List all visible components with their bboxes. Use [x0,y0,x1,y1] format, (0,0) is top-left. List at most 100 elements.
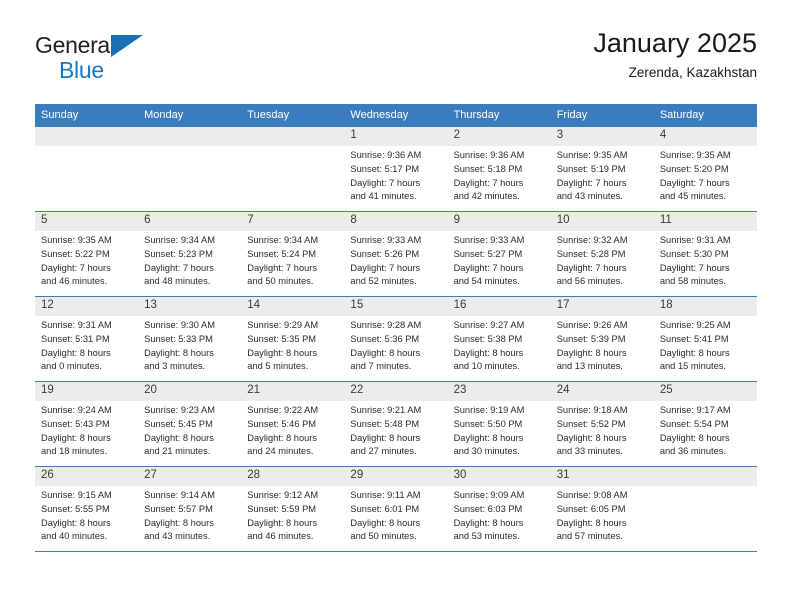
calendar-day-cell[interactable]: 2 Sunrise: 9:36 AM Sunset: 5:18 PM Daylight… [447,127,551,212]
calendar-day-cell-empty [35,127,139,212]
calendar-day-cell-empty [653,466,757,552]
sunrise-time: Sunrise: 9:18 AM [556,405,628,415]
calendar-day-cell[interactable]: 7 Sunrise: 9:34 AM Sunset: 5:24 PM Daylight… [241,211,345,297]
sunset-time: Sunset: 5:57 PM [144,503,213,514]
calendar-day-cell[interactable]: 29 Sunrise: 9:11 AM Sunset: 6:01 PM Dayligh… [344,466,448,552]
calendar-day-cell[interactable]: 16 Sunrise: 9:27 AM Sunset: 5:38 PM Dayligh… [447,296,551,382]
calendar-day-cell[interactable]: 20 Sunrise: 9:23 AM Sunset: 5:45 PM Dayligh… [138,381,242,467]
title-block: January 2025 Zerenda, Kazakhstan [593,28,757,81]
calendar-day-cell[interactable]: 22 Sunrise: 9:21 AM Sunset: 5:48 PM Dayligh… [344,381,448,467]
daylight-duration-line2: and 43 minutes. [556,191,623,202]
day-details: Sunrise: 9:26 AM Sunset: 5:39 PM Daylight:… [551,316,654,374]
sunset-time: Sunset: 5:18 PM [453,163,523,174]
triangle-flag-icon [111,35,143,57]
sunrise-time: Sunrise: 9:19 AM [453,405,525,415]
day-number [35,127,139,146]
calendar-day-cell[interactable]: 17 Sunrise: 9:26 AM Sunset: 5:39 PM Dayligh… [550,296,654,382]
daylight-duration-line2: and 40 minutes. [41,531,108,542]
sunrise-time: Sunrise: 9:26 AM [556,320,628,330]
daylight-duration-line1: Daylight: 7 hours [41,262,111,273]
calendar-day-cell[interactable]: 3 Sunrise: 9:35 AM Sunset: 5:19 PM Daylight… [550,127,654,212]
calendar-day-cell[interactable]: 11 Sunrise: 9:31 AM Sunset: 5:30 PM Dayligh… [653,211,757,297]
daylight-duration-line2: and 7 minutes. [350,361,412,372]
daylight-duration-line1: Daylight: 7 hours [144,262,214,273]
day-details: Sunrise: 9:31 AM Sunset: 5:30 PM Daylight:… [654,231,757,289]
day-number: 4 [653,127,757,146]
sunrise-time: Sunrise: 9:29 AM [247,320,319,330]
day-details: Sunrise: 9:19 AM Sunset: 5:50 PM Daylight:… [448,401,551,459]
daylight-duration-line2: and 36 minutes. [659,446,726,457]
calendar-day-cell[interactable]: 19 Sunrise: 9:24 AM Sunset: 5:43 PM Dayligh… [35,381,139,467]
daylight-duration-line1: Daylight: 8 hours [453,347,524,358]
calendar-day-cell[interactable]: 25 Sunrise: 9:17 AM Sunset: 5:54 PM Dayligh… [653,381,757,467]
calendar-day-cell[interactable]: 31 Sunrise: 9:08 AM Sunset: 6:05 PM Dayligh… [550,466,654,552]
daylight-duration-line1: Daylight: 8 hours [556,432,627,443]
sunrise-time: Sunrise: 9:35 AM [556,150,628,160]
daylight-duration-line1: Daylight: 8 hours [453,432,524,443]
calendar-week-row: 12 Sunrise: 9:31 AM Sunset: 5:31 PM Dayligh… [35,296,757,382]
brand-logo[interactable]: General Blue [35,28,155,82]
calendar-day-cell[interactable]: 26 Sunrise: 9:15 AM Sunset: 5:55 PM Dayligh… [35,466,139,552]
calendar-day-cell[interactable]: 10 Sunrise: 9:32 AM Sunset: 5:28 PM Dayligh… [550,211,654,297]
day-details: Sunrise: 9:11 AM Sunset: 6:01 PM Daylight:… [344,486,447,544]
day-number: 2 [447,127,551,146]
daylight-duration-line1: Daylight: 7 hours [247,262,318,273]
day-number: 14 [241,297,345,316]
sunrise-time: Sunrise: 9:34 AM [144,235,215,245]
daylight-duration-line2: and 33 minutes. [556,446,623,457]
calendar-day-cell[interactable]: 21 Sunrise: 9:22 AM Sunset: 5:46 PM Dayligh… [241,381,345,467]
sunrise-time: Sunrise: 9:22 AM [247,405,319,415]
sunrise-time: Sunrise: 9:21 AM [350,405,422,415]
daylight-duration-line2: and 24 minutes. [247,446,314,457]
sunset-time: Sunset: 5:41 PM [659,333,729,344]
sunrise-time: Sunrise: 9:31 AM [659,235,731,245]
calendar-day-cell[interactable]: 4 Sunrise: 9:35 AM Sunset: 5:20 PM Daylight… [653,127,757,212]
daylight-duration-line1: Daylight: 8 hours [144,347,214,358]
calendar-day-cell[interactable]: 13 Sunrise: 9:30 AM Sunset: 5:33 PM Dayligh… [138,296,242,382]
calendar-day-cell[interactable]: 14 Sunrise: 9:29 AM Sunset: 5:35 PM Dayligh… [241,296,345,382]
daylight-duration-line2: and 41 minutes. [350,191,417,202]
day-details: Sunrise: 9:12 AM Sunset: 5:59 PM Daylight:… [241,486,344,544]
day-details: Sunrise: 9:09 AM Sunset: 6:03 PM Daylight:… [448,486,551,544]
day-details: Sunrise: 9:35 AM Sunset: 5:20 PM Daylight:… [654,146,757,204]
calendar-day-cell[interactable]: 1 Sunrise: 9:36 AM Sunset: 5:17 PM Daylight… [344,127,448,212]
calendar-day-cell[interactable]: 28 Sunrise: 9:12 AM Sunset: 5:59 PM Dayligh… [241,466,345,552]
day-number: 17 [550,297,654,316]
calendar-week-row: 19 Sunrise: 9:24 AM Sunset: 5:43 PM Dayligh… [35,381,757,467]
daylight-duration-line1: Daylight: 8 hours [247,517,318,528]
calendar-day-cell[interactable]: 9 Sunrise: 9:33 AM Sunset: 5:27 PM Daylight… [447,211,551,297]
calendar-day-cell[interactable]: 27 Sunrise: 9:14 AM Sunset: 5:57 PM Dayligh… [138,466,242,552]
daylight-duration-line1: Daylight: 8 hours [659,432,730,443]
daylight-duration-line2: and 43 minutes. [144,531,211,542]
calendar-day-cell[interactable]: 15 Sunrise: 9:28 AM Sunset: 5:36 PM Dayligh… [344,296,448,382]
day-number: 7 [241,212,345,231]
daylight-duration-line2: and 0 minutes. [41,361,102,372]
calendar-day-cell[interactable]: 23 Sunrise: 9:19 AM Sunset: 5:50 PM Dayligh… [447,381,551,467]
daylight-duration-line1: Daylight: 8 hours [144,432,214,443]
daylight-duration-line2: and 54 minutes. [453,276,520,287]
sunset-time: Sunset: 5:59 PM [247,503,317,514]
calendar-day-cell[interactable]: 24 Sunrise: 9:18 AM Sunset: 5:52 PM Dayligh… [550,381,654,467]
daylight-duration-line1: Daylight: 8 hours [453,517,524,528]
daylight-duration-line2: and 50 minutes. [350,531,417,542]
calendar-day-cell[interactable]: 5 Sunrise: 9:35 AM Sunset: 5:22 PM Daylight… [35,211,139,297]
day-details: Sunrise: 9:31 AM Sunset: 5:31 PM Daylight:… [35,316,138,374]
daylight-duration-line1: Daylight: 8 hours [247,432,318,443]
sunset-time: Sunset: 5:31 PM [41,333,110,344]
daylight-duration-line1: Daylight: 7 hours [350,177,421,188]
day-details: Sunrise: 9:35 AM Sunset: 5:22 PM Daylight:… [35,231,138,289]
weekday-header-saturday: Saturday [653,104,757,127]
daylight-duration-line2: and 56 minutes. [556,276,623,287]
day-number: 27 [138,467,242,486]
day-number [241,127,345,146]
calendar-day-cell[interactable]: 8 Sunrise: 9:33 AM Sunset: 5:26 PM Daylight… [344,211,448,297]
calendar-day-cell[interactable]: 30 Sunrise: 9:09 AM Sunset: 6:03 PM Dayligh… [447,466,551,552]
day-details: Sunrise: 9:32 AM Sunset: 5:28 PM Daylight:… [551,231,654,289]
calendar-day-cell[interactable]: 6 Sunrise: 9:34 AM Sunset: 5:23 PM Daylight… [138,211,242,297]
daylight-duration-line1: Daylight: 8 hours [41,347,111,358]
sunrise-time: Sunrise: 9:33 AM [350,235,422,245]
sunset-time: Sunset: 5:30 PM [659,248,729,259]
day-details: Sunrise: 9:28 AM Sunset: 5:36 PM Daylight:… [344,316,447,374]
calendar-day-cell[interactable]: 12 Sunrise: 9:31 AM Sunset: 5:31 PM Dayligh… [35,296,139,382]
calendar-day-cell[interactable]: 18 Sunrise: 9:25 AM Sunset: 5:41 PM Dayligh… [653,296,757,382]
